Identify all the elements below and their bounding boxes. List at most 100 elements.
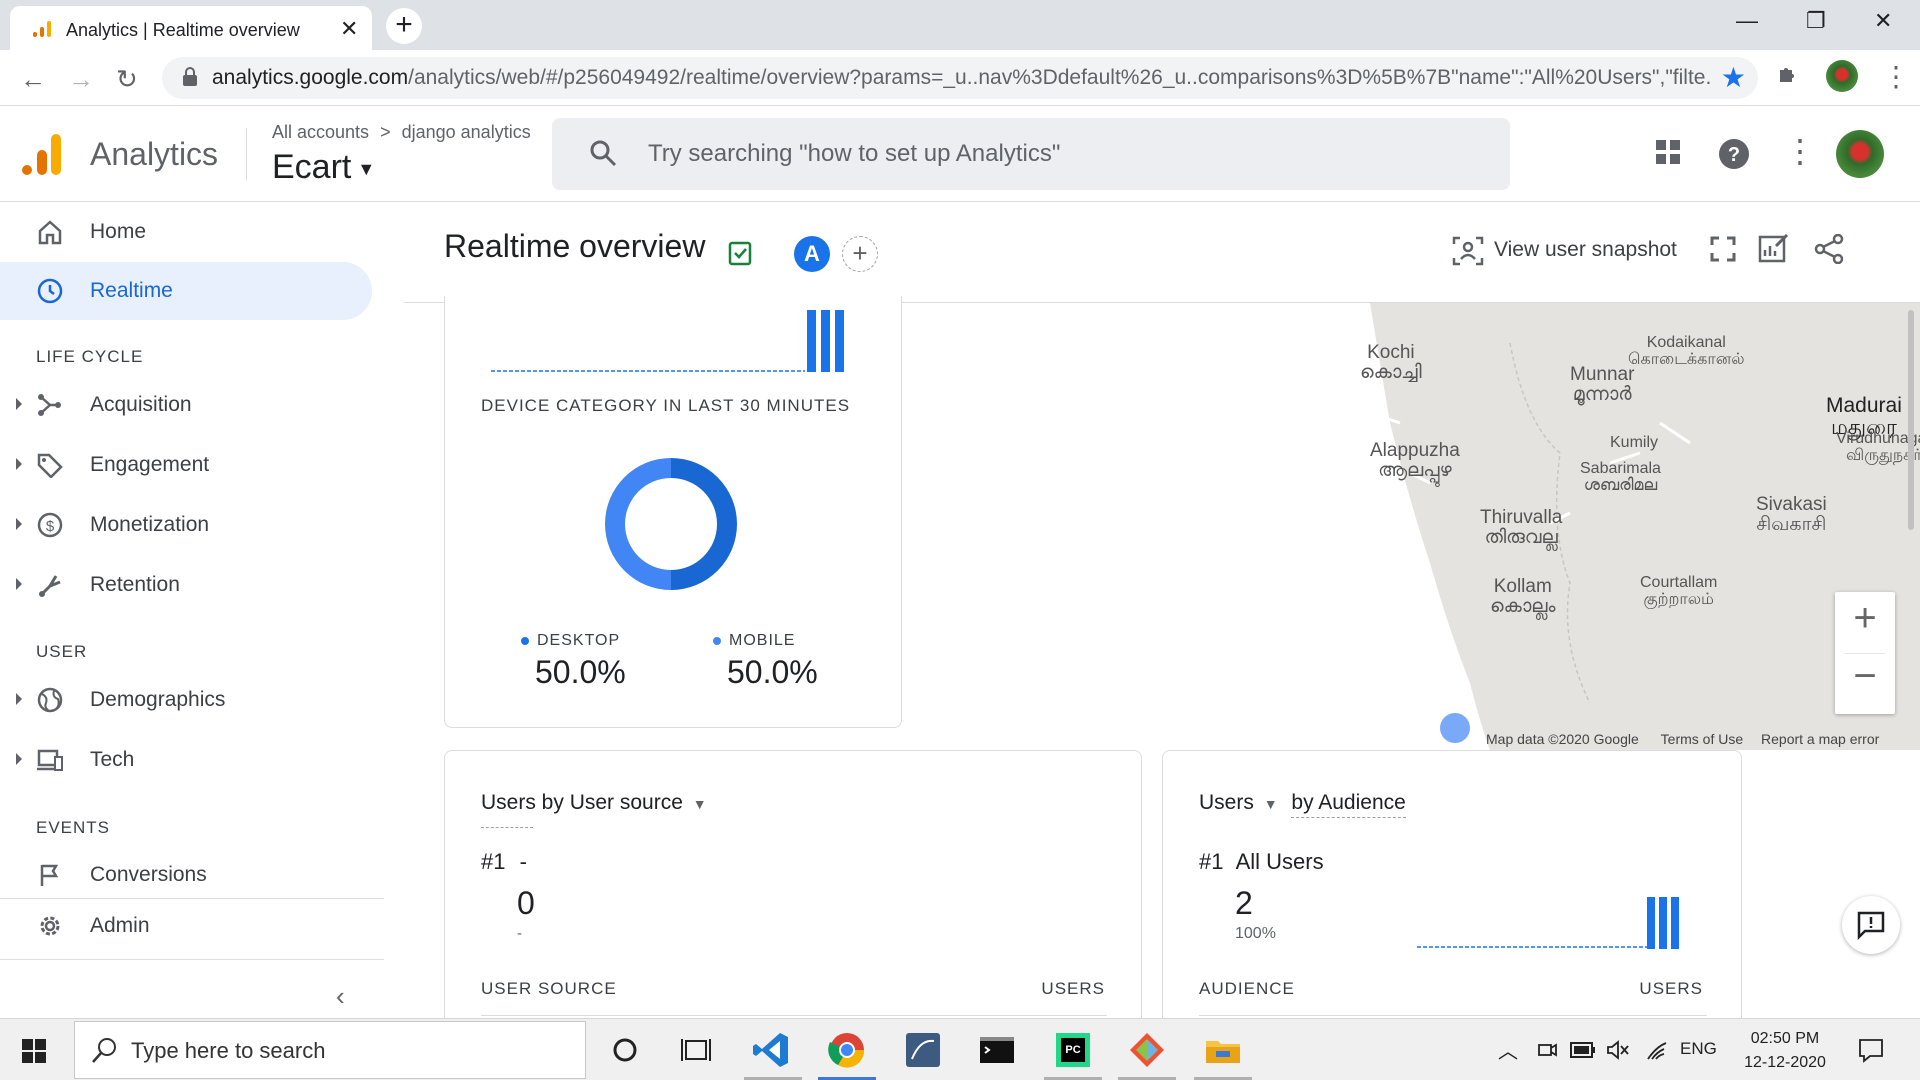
battery-icon[interactable]: [1570, 1041, 1596, 1059]
user-source-dimension[interactable]: User source: [570, 791, 683, 814]
share-icon[interactable]: [1814, 234, 1844, 264]
nav-acquisition[interactable]: Acquisition: [0, 376, 372, 434]
tab-close-icon[interactable]: ✕: [340, 16, 358, 42]
bookmark-star-icon[interactable]: ★: [1721, 61, 1746, 94]
tab-title: Analytics | Realtime overview: [66, 20, 300, 40]
address-bar[interactable]: analytics.google.com/analytics/web/#/p25…: [162, 57, 1758, 99]
extensions-puzzle-icon[interactable]: [1776, 62, 1800, 86]
mysql-workbench-icon[interactable]: [902, 1029, 944, 1071]
restore-icon[interactable]: ❐: [1806, 8, 1826, 34]
audience-metric[interactable]: Users: [1199, 791, 1254, 814]
nav-conversions-label: Conversions: [90, 863, 207, 886]
wifi-icon[interactable]: [1644, 1039, 1668, 1061]
cortana-icon[interactable]: [604, 1029, 646, 1071]
home-icon: [38, 220, 62, 245]
search-icon: [590, 140, 617, 167]
map-label-name: Sabarimala: [1580, 460, 1661, 477]
meet-now-icon[interactable]: [1536, 1039, 1558, 1061]
realtime-map[interactable]: Kochi കൊച്ചി Munnar മൂന്നാർ Kodaikanal கொடைக்…: [1310, 303, 1920, 750]
git-gui-icon[interactable]: [1126, 1029, 1168, 1071]
view-user-snapshot-label: View user snapshot: [1494, 238, 1677, 261]
nav-admin-label: Admin: [90, 914, 150, 937]
taskbar-search-input[interactable]: Type here to search: [74, 1021, 586, 1079]
legend-mobile-dot: [713, 636, 721, 645]
top-source-name: -: [519, 849, 527, 874]
property-selector[interactable]: Ecart ▼: [272, 148, 375, 187]
back-icon[interactable]: ←: [20, 64, 46, 95]
zoom-out-button[interactable]: −: [1835, 654, 1895, 699]
nav-monetization[interactable]: $ Monetization: [0, 496, 372, 554]
breadcrumb-account[interactable]: django analytics: [402, 122, 531, 142]
system-clock[interactable]: 02:50 PM 12-12-2020: [1740, 1027, 1830, 1075]
nav-admin[interactable]: Admin: [0, 897, 372, 955]
input-language[interactable]: ENG: [1680, 1039, 1717, 1059]
nav-tech[interactable]: Tech: [0, 731, 372, 789]
map-terms-link[interactable]: Terms of Use: [1661, 731, 1743, 747]
user-location-marker[interactable]: [1440, 713, 1470, 743]
nav-home[interactable]: Home: [0, 203, 372, 261]
forward-icon[interactable]: →: [68, 64, 94, 95]
vscode-icon[interactable]: [750, 1029, 792, 1071]
add-comparison-button[interactable]: +: [842, 236, 878, 272]
audience-card-title[interactable]: Users ▼ by Audience: [1199, 791, 1406, 818]
nav-acquisition-label: Acquisition: [90, 393, 192, 416]
comparison-badge[interactable]: A: [794, 236, 830, 272]
minimize-icon[interactable]: —: [1736, 8, 1758, 34]
col-users: USERS: [1639, 979, 1703, 998]
check-status-icon[interactable]: [728, 240, 754, 266]
windows-taskbar: Type here to search PC ︿ ENG 02:50 PM 12…: [0, 1018, 1920, 1080]
scrollbar-thumb[interactable]: [1908, 310, 1914, 530]
profile-avatar[interactable]: [1826, 60, 1858, 92]
help-icon[interactable]: ?: [1718, 138, 1750, 170]
audience-dimension[interactable]: by Audience: [1291, 791, 1406, 818]
windows-start-icon[interactable]: [22, 1039, 46, 1063]
more-options-icon[interactable]: ⋮: [1784, 132, 1816, 170]
legend-mobile-value: 50.0%: [727, 654, 818, 690]
collapse-sidebar-icon[interactable]: ‹: [336, 981, 345, 1012]
chrome-menu-icon[interactable]: ⋮: [1882, 60, 1910, 93]
nav-demographics[interactable]: Demographics: [0, 671, 372, 729]
window-close-icon[interactable]: ✕: [1874, 8, 1892, 34]
apps-grid-icon[interactable]: [1654, 138, 1682, 166]
task-view-icon[interactable]: [676, 1029, 718, 1071]
map-label-name: Alappuzha: [1370, 440, 1460, 461]
breadcrumb[interactable]: All accounts > django analytics: [272, 122, 531, 143]
map-label-local: തിരുവല്ല: [1484, 526, 1558, 548]
nav-realtime[interactable]: Realtime: [0, 262, 372, 320]
zoom-in-button[interactable]: +: [1835, 596, 1895, 641]
engagement-tag-icon: [37, 453, 63, 478]
file-explorer-icon[interactable]: [1202, 1029, 1244, 1071]
new-tab-button[interactable]: +: [386, 8, 422, 44]
reload-icon[interactable]: ↻: [116, 64, 138, 95]
analytics-logo-icon[interactable]: [22, 132, 62, 176]
map-label-local: മൂന്നാർ: [1572, 383, 1632, 405]
account-avatar[interactable]: [1836, 130, 1884, 178]
pycharm-icon[interactable]: PC: [1052, 1029, 1094, 1071]
volume-muted-icon[interactable]: [1606, 1039, 1630, 1061]
chevron-down-icon[interactable]: ▼: [693, 796, 707, 812]
chrome-icon[interactable]: [826, 1029, 868, 1071]
top-audience-pct: 100%: [1235, 925, 1276, 942]
user-snapshot-icon: [1452, 236, 1484, 266]
device-card-title: DEVICE CATEGORY IN LAST 30 MINUTES: [481, 396, 851, 415]
browser-tab[interactable]: Analytics | Realtime overview ✕: [10, 6, 372, 50]
customize-report-icon[interactable]: [1758, 232, 1790, 264]
user-source-card-title[interactable]: Users by User source ▼: [481, 791, 707, 815]
feedback-button[interactable]: [1842, 896, 1900, 954]
nav-retention[interactable]: Retention: [0, 556, 372, 614]
nav-demographics-label: Demographics: [90, 688, 226, 711]
map-label-local: சிவகாசி: [1756, 513, 1827, 535]
nav-conversions[interactable]: Conversions: [0, 846, 372, 904]
app-name[interactable]: Analytics: [90, 136, 218, 173]
map-report-link[interactable]: Report a map error: [1761, 731, 1879, 747]
url-host: analytics.google.com: [212, 66, 409, 89]
nav-engagement[interactable]: Engagement: [0, 436, 372, 494]
analytics-favicon-icon: [33, 21, 51, 37]
terminal-icon[interactable]: [976, 1029, 1018, 1071]
search-input[interactable]: Try searching "how to set up Analytics": [552, 118, 1510, 190]
show-hidden-icons-icon[interactable]: ︿: [1498, 1035, 1518, 1064]
chevron-down-icon[interactable]: ▼: [1264, 796, 1278, 812]
breadcrumb-root[interactable]: All accounts: [272, 122, 369, 142]
fullscreen-icon[interactable]: [1710, 236, 1736, 262]
action-center-icon[interactable]: [1858, 1037, 1884, 1063]
